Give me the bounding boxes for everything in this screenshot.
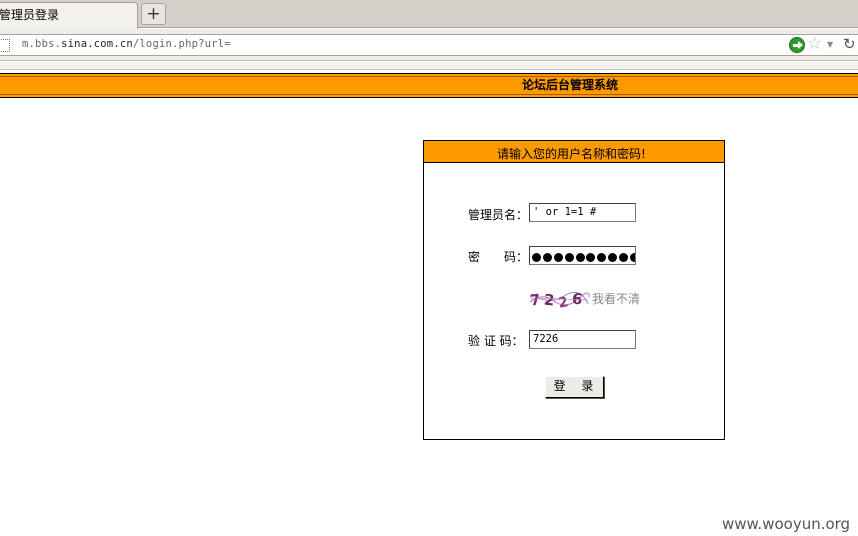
- login-button[interactable]: 登 录: [545, 376, 604, 398]
- username-input[interactable]: ' or 1=1 #: [529, 203, 636, 222]
- password-mask-dot: [542, 253, 552, 262]
- captcha-label: 验 证 码：: [468, 334, 524, 348]
- login-prompt: 请输入您的用户名称和密码!: [497, 147, 646, 161]
- url-path: /login.php?url=: [132, 38, 231, 50]
- tab-strip: 管理员登录 +: [0, 0, 858, 29]
- password-mask-dot: [564, 253, 574, 262]
- page-header: 论坛后台管理系统: [0, 73, 858, 98]
- tab-title: 管理员登录: [0, 8, 60, 22]
- password-mask-dot: [575, 253, 585, 262]
- tab-admin-login[interactable]: 管理员登录: [0, 2, 138, 29]
- page-title: 论坛后台管理系统: [522, 78, 619, 92]
- reload-icon[interactable]: ↻: [843, 35, 856, 53]
- username-label: 管理员名：: [468, 208, 529, 222]
- login-form: 请输入您的用户名称和密码! 管理员名： ' or 1=1 # 密 码： 7 2 …: [423, 140, 725, 440]
- address-bar[interactable]: m.bbs.sina.com.cn/login.php?url= ☆ ▼ ↻: [0, 34, 858, 56]
- password-mask-dot: [597, 253, 607, 262]
- captcha-input[interactable]: 7226: [529, 330, 636, 349]
- star-icon[interactable]: ☆: [807, 34, 822, 54]
- password-mask-dot: [532, 253, 541, 262]
- page-header-band: [0, 76, 858, 95]
- password-label-second: 码：: [504, 250, 529, 264]
- password-mask-dot: [608, 253, 618, 262]
- new-tab-button[interactable]: +: [141, 3, 166, 25]
- password-mask-dot: [586, 253, 596, 262]
- toolbar-strip: [0, 62, 858, 70]
- dropdown-icon[interactable]: ▼: [827, 37, 833, 53]
- url-text[interactable]: m.bbs.sina.com.cn/login.php?url=: [22, 38, 231, 50]
- go-arrow-icon[interactable]: [789, 37, 805, 53]
- watermark: www.wooyun.org: [722, 515, 851, 533]
- password-mask-dot: [619, 253, 629, 262]
- password-mask-dot: [553, 253, 563, 262]
- navigation-bar: m.bbs.sina.com.cn/login.php?url= ☆ ▼ ↻: [0, 29, 858, 61]
- captcha-image[interactable]: 7 2 2 6: [528, 288, 590, 310]
- password-mask-dot: [630, 253, 635, 262]
- password-input[interactable]: [529, 246, 636, 265]
- password-label-first: 密: [468, 250, 481, 264]
- login-form-header: 请输入您的用户名称和密码!: [424, 141, 724, 163]
- svg-text:2: 2: [543, 291, 555, 310]
- captcha-refresh-link[interactable]: 我看不清: [592, 290, 640, 307]
- url-host-prefix: m.bbs.: [22, 38, 62, 50]
- page-icon: [0, 39, 10, 52]
- password-mask: [532, 251, 635, 264]
- url-host-domain: sina.com.cn: [61, 38, 133, 50]
